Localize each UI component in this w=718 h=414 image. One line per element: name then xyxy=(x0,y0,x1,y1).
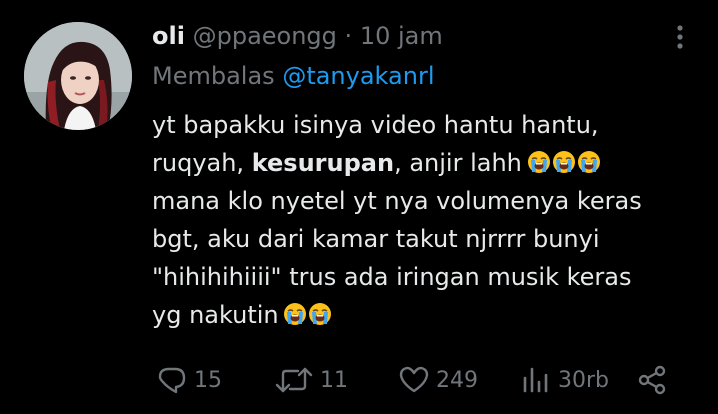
retweet-icon xyxy=(275,367,313,393)
reply-button[interactable]: 15 xyxy=(156,362,222,398)
tweet-bold-text: kesurupan xyxy=(251,149,395,177)
replying-mention-link[interactable]: @tanyakanrl xyxy=(282,62,434,90)
tweet-line: "hihihihiiii" trus ada iringan musik ker… xyxy=(152,258,692,296)
views-icon xyxy=(523,367,548,393)
emoji-group xyxy=(283,301,333,329)
tweet-line-text: , anjir lahh xyxy=(394,149,522,177)
views-count: 30rb xyxy=(558,367,610,393)
retweet-button[interactable]: 11 xyxy=(274,362,348,398)
share-icon xyxy=(638,365,666,395)
avatar[interactable] xyxy=(24,22,132,130)
emoji-group xyxy=(527,149,602,177)
display-name[interactable]: oli xyxy=(152,22,185,50)
tweet-header: oli @ppaeongg · 10 jam xyxy=(152,20,443,52)
reply-count: 15 xyxy=(194,367,222,393)
tweet-line: bgt, aku dari kamar takut njrrrr bunyi xyxy=(152,220,692,258)
tweet: oli @ppaeongg · 10 jam Membalas @tanyaka… xyxy=(0,0,718,414)
replying-to: Membalas @tanyakanrl xyxy=(152,60,434,92)
more-options-icon[interactable] xyxy=(672,24,688,50)
share-button[interactable] xyxy=(636,362,668,398)
tweet-line: mana klo nyetel yt nya volumenya keras xyxy=(152,182,692,220)
crying-face-icon xyxy=(527,151,550,173)
tweet-line-text: yg nakutin xyxy=(152,301,279,329)
like-icon xyxy=(399,366,429,393)
reply-icon xyxy=(158,367,186,394)
tweet-line: yt bapakku isinya video hantu hantu, xyxy=(152,106,692,144)
like-count: 249 xyxy=(436,367,478,393)
tweet-line-text: bgt, aku dari kamar takut njrrrr bunyi xyxy=(152,225,600,253)
tweet-line-text: mana klo nyetel yt nya volumenya keras xyxy=(152,187,642,215)
tweet-line: yg nakutin xyxy=(152,296,692,334)
crying-face-icon xyxy=(577,151,600,173)
retweet-count: 11 xyxy=(320,367,348,393)
crying-face-icon xyxy=(309,303,332,325)
views-button[interactable]: 30rb xyxy=(520,362,609,398)
crying-face-icon xyxy=(284,303,307,325)
header-separator: · xyxy=(344,22,353,50)
tweet-line: ruqyah, kesurupan, anjir lahh xyxy=(152,144,692,182)
tweet-line-text: "hihihihiiii" trus ada iringan musik ker… xyxy=(152,263,632,291)
crying-face-icon xyxy=(552,151,575,173)
tweet-text: yt bapakku isinya video hantu hantu, ruq… xyxy=(152,106,692,334)
tweet-line-text: ruqyah, xyxy=(152,149,252,177)
tweet-timestamp[interactable]: 10 jam xyxy=(360,22,443,50)
user-handle[interactable]: @ppaeongg xyxy=(193,22,337,50)
like-button[interactable]: 249 xyxy=(398,362,478,398)
replying-prefix: Membalas xyxy=(152,62,275,90)
tweet-actions: 15 11 249 30rb xyxy=(156,362,696,398)
tweet-line-text: yt bapakku isinya video hantu hantu, xyxy=(152,111,599,139)
